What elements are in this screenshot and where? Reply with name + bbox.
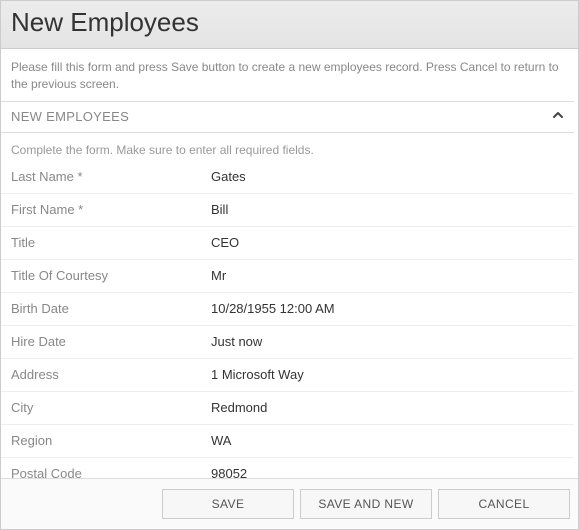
save-button[interactable]: SAVE <box>162 489 294 519</box>
field-value[interactable]: Gates <box>211 169 564 184</box>
field-value[interactable]: CEO <box>211 235 564 250</box>
form-row[interactable]: Last Name *Gates <box>1 161 574 194</box>
field-value[interactable]: Redmond <box>211 400 564 415</box>
chevron-up-icon <box>552 108 564 126</box>
field-value[interactable]: 10/28/1955 12:00 AM <box>211 301 564 316</box>
section-title: NEW EMPLOYEES <box>11 109 129 124</box>
field-label: Title <box>11 235 211 250</box>
field-label: Title Of Courtesy <box>11 268 211 283</box>
field-label: Address <box>11 367 211 382</box>
form-row[interactable]: Hire DateJust now <box>1 326 574 359</box>
form-fields: Last Name *GatesFirst Name *BillTitleCEO… <box>1 161 574 478</box>
footer-toolbar: SAVE SAVE AND NEW CANCEL <box>1 478 578 529</box>
field-label: Postal Code <box>11 466 211 478</box>
field-label: Birth Date <box>11 301 211 316</box>
page-title: New Employees <box>11 7 568 38</box>
field-label: Hire Date <box>11 334 211 349</box>
field-value[interactable]: 1 Microsoft Way <box>211 367 564 382</box>
section-header[interactable]: NEW EMPLOYEES <box>1 101 574 133</box>
form-row[interactable]: Birth Date10/28/1955 12:00 AM <box>1 293 574 326</box>
window-header: New Employees <box>1 1 578 49</box>
form-row[interactable]: Title Of CourtesyMr <box>1 260 574 293</box>
section-help-text: Complete the form. Make sure to enter al… <box>1 133 574 161</box>
form-row[interactable]: RegionWA <box>1 425 574 458</box>
form-row[interactable]: CityRedmond <box>1 392 574 425</box>
field-label: City <box>11 400 211 415</box>
save-and-new-button[interactable]: SAVE AND NEW <box>300 489 432 519</box>
field-label: Last Name * <box>11 169 211 184</box>
field-value[interactable]: Mr <box>211 268 564 283</box>
field-value[interactable]: Bill <box>211 202 564 217</box>
field-value[interactable]: Just now <box>211 334 564 349</box>
form-row[interactable]: First Name *Bill <box>1 194 574 227</box>
cancel-button[interactable]: CANCEL <box>438 489 570 519</box>
form-row[interactable]: TitleCEO <box>1 227 574 260</box>
form-row[interactable]: Postal Code98052 <box>1 458 574 478</box>
field-label: Region <box>11 433 211 448</box>
form-row[interactable]: Address1 Microsoft Way <box>1 359 574 392</box>
field-value[interactable]: 98052 <box>211 466 564 478</box>
window: New Employees Please fill this form and … <box>0 0 579 530</box>
field-value[interactable]: WA <box>211 433 564 448</box>
instructions-text: Please fill this form and press Save but… <box>1 49 574 101</box>
field-label: First Name * <box>11 202 211 217</box>
form-scroll-area[interactable]: Please fill this form and press Save but… <box>1 49 578 478</box>
